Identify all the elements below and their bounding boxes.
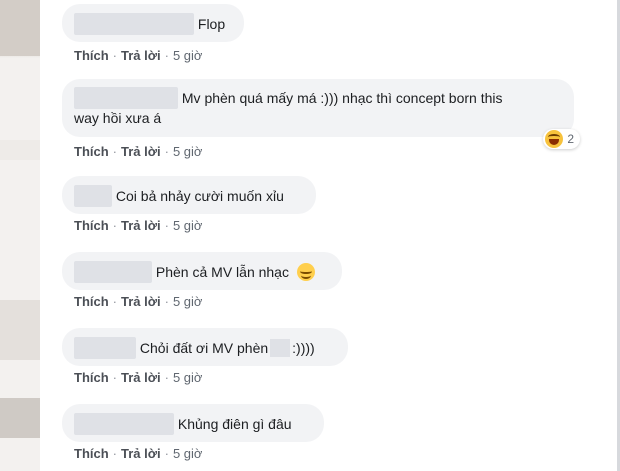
- comment-actions: Thích · Trả lời · 5 giờ: [74, 370, 203, 385]
- redacted-text: [270, 339, 291, 357]
- comment-bubble: Khủng điên gì đâu: [62, 404, 324, 442]
- comment-item: Coi bả nhảy cười muốn xỉu Thích · Trả lời ·…: [62, 176, 316, 233]
- avatar: [0, 0, 40, 56]
- avatar: [0, 398, 40, 438]
- reaction-count: 2: [567, 132, 574, 146]
- reply-link[interactable]: Trả lời: [121, 294, 161, 309]
- comment-text-tail: :)))): [292, 340, 315, 356]
- comment-text: Chỏi đất ơi MV phèn: [139, 340, 269, 356]
- timestamp[interactable]: 5 giờ: [173, 218, 203, 233]
- author-name-redacted[interactable]: [74, 413, 174, 435]
- author-name-redacted[interactable]: [74, 337, 136, 359]
- comment-bubble: Chỏi đất ơi MV phèn:)))): [62, 328, 348, 366]
- comment-text: Phèn cả MV lẫn nhạc: [155, 264, 289, 280]
- comment-bubble: Mv phèn quá mấy má :))) nhạc thì concept…: [62, 79, 580, 149]
- reaction-badge[interactable]: 2: [543, 129, 580, 149]
- comment-item: Chỏi đất ơi MV phèn:)))) Thích · Trả lời · 5…: [62, 328, 348, 385]
- comment-actions: Thích · Trả lời · 5 giờ: [74, 294, 203, 309]
- comment-text: Coi bả nhảy cười muốn xỉu: [115, 188, 284, 204]
- like-link[interactable]: Thích: [74, 370, 109, 385]
- comment-item: Flop Thích · Trả lời · 5 giờ: [62, 4, 244, 63]
- reply-link[interactable]: Trả lời: [121, 446, 161, 461]
- comment-text: Flop: [197, 16, 226, 32]
- author-name-redacted[interactable]: [74, 87, 178, 109]
- author-name-redacted[interactable]: [74, 13, 194, 35]
- timestamp[interactable]: 5 giờ: [173, 294, 203, 309]
- like-link[interactable]: Thích: [74, 48, 109, 63]
- comment-bubble: Coi bả nhảy cười muốn xỉu: [62, 176, 316, 214]
- author-name-redacted[interactable]: [74, 185, 112, 207]
- comment-item: Phèn cả MV lẫn nhạc Thích · Trả lời · 5 giờ: [62, 252, 342, 309]
- reply-link[interactable]: Trả lời: [121, 370, 161, 385]
- comment-text-line2: way hồi xưa á: [74, 110, 162, 126]
- timestamp[interactable]: 5 giờ: [173, 446, 203, 461]
- like-link[interactable]: Thích: [74, 446, 109, 461]
- reply-link[interactable]: Trả lời: [121, 218, 161, 233]
- avatar-shadow: [0, 140, 40, 160]
- comment-item: Mv phèn quá mấy má :))) nhạc thì concept…: [62, 79, 580, 159]
- comment-text-line1: Mv phèn quá mấy má :))) nhạc thì concept…: [181, 90, 503, 106]
- timestamp[interactable]: 5 giờ: [173, 370, 203, 385]
- author-name-redacted[interactable]: [74, 261, 152, 283]
- timestamp[interactable]: 5 giờ: [173, 48, 203, 63]
- haha-emoji-icon: [545, 130, 564, 148]
- comment-actions: Thích · Trả lời · 5 giờ: [74, 144, 203, 159]
- comment-actions: Thích · Trả lời · 5 giờ: [74, 48, 203, 63]
- comment-item: Khủng điên gì đâu Thích · Trả lời · 5 giờ: [62, 404, 324, 461]
- comment-bubble: Flop: [62, 4, 244, 42]
- reply-link[interactable]: Trả lời: [121, 48, 161, 63]
- comment-actions: Thích · Trả lời · 5 giờ: [74, 446, 203, 461]
- comment-bubble: Phèn cả MV lẫn nhạc: [62, 252, 342, 290]
- comment-text: Khủng điên gì đâu: [177, 416, 292, 432]
- reply-link[interactable]: Trả lời: [121, 144, 161, 159]
- comment-actions: Thích · Trả lời · 5 giờ: [74, 218, 203, 233]
- timestamp[interactable]: 5 giờ: [173, 144, 203, 159]
- like-link[interactable]: Thích: [74, 218, 109, 233]
- like-link[interactable]: Thích: [74, 144, 109, 159]
- avatar: [0, 300, 40, 360]
- smiling-emoji-icon: [296, 263, 315, 281]
- like-link[interactable]: Thích: [74, 294, 109, 309]
